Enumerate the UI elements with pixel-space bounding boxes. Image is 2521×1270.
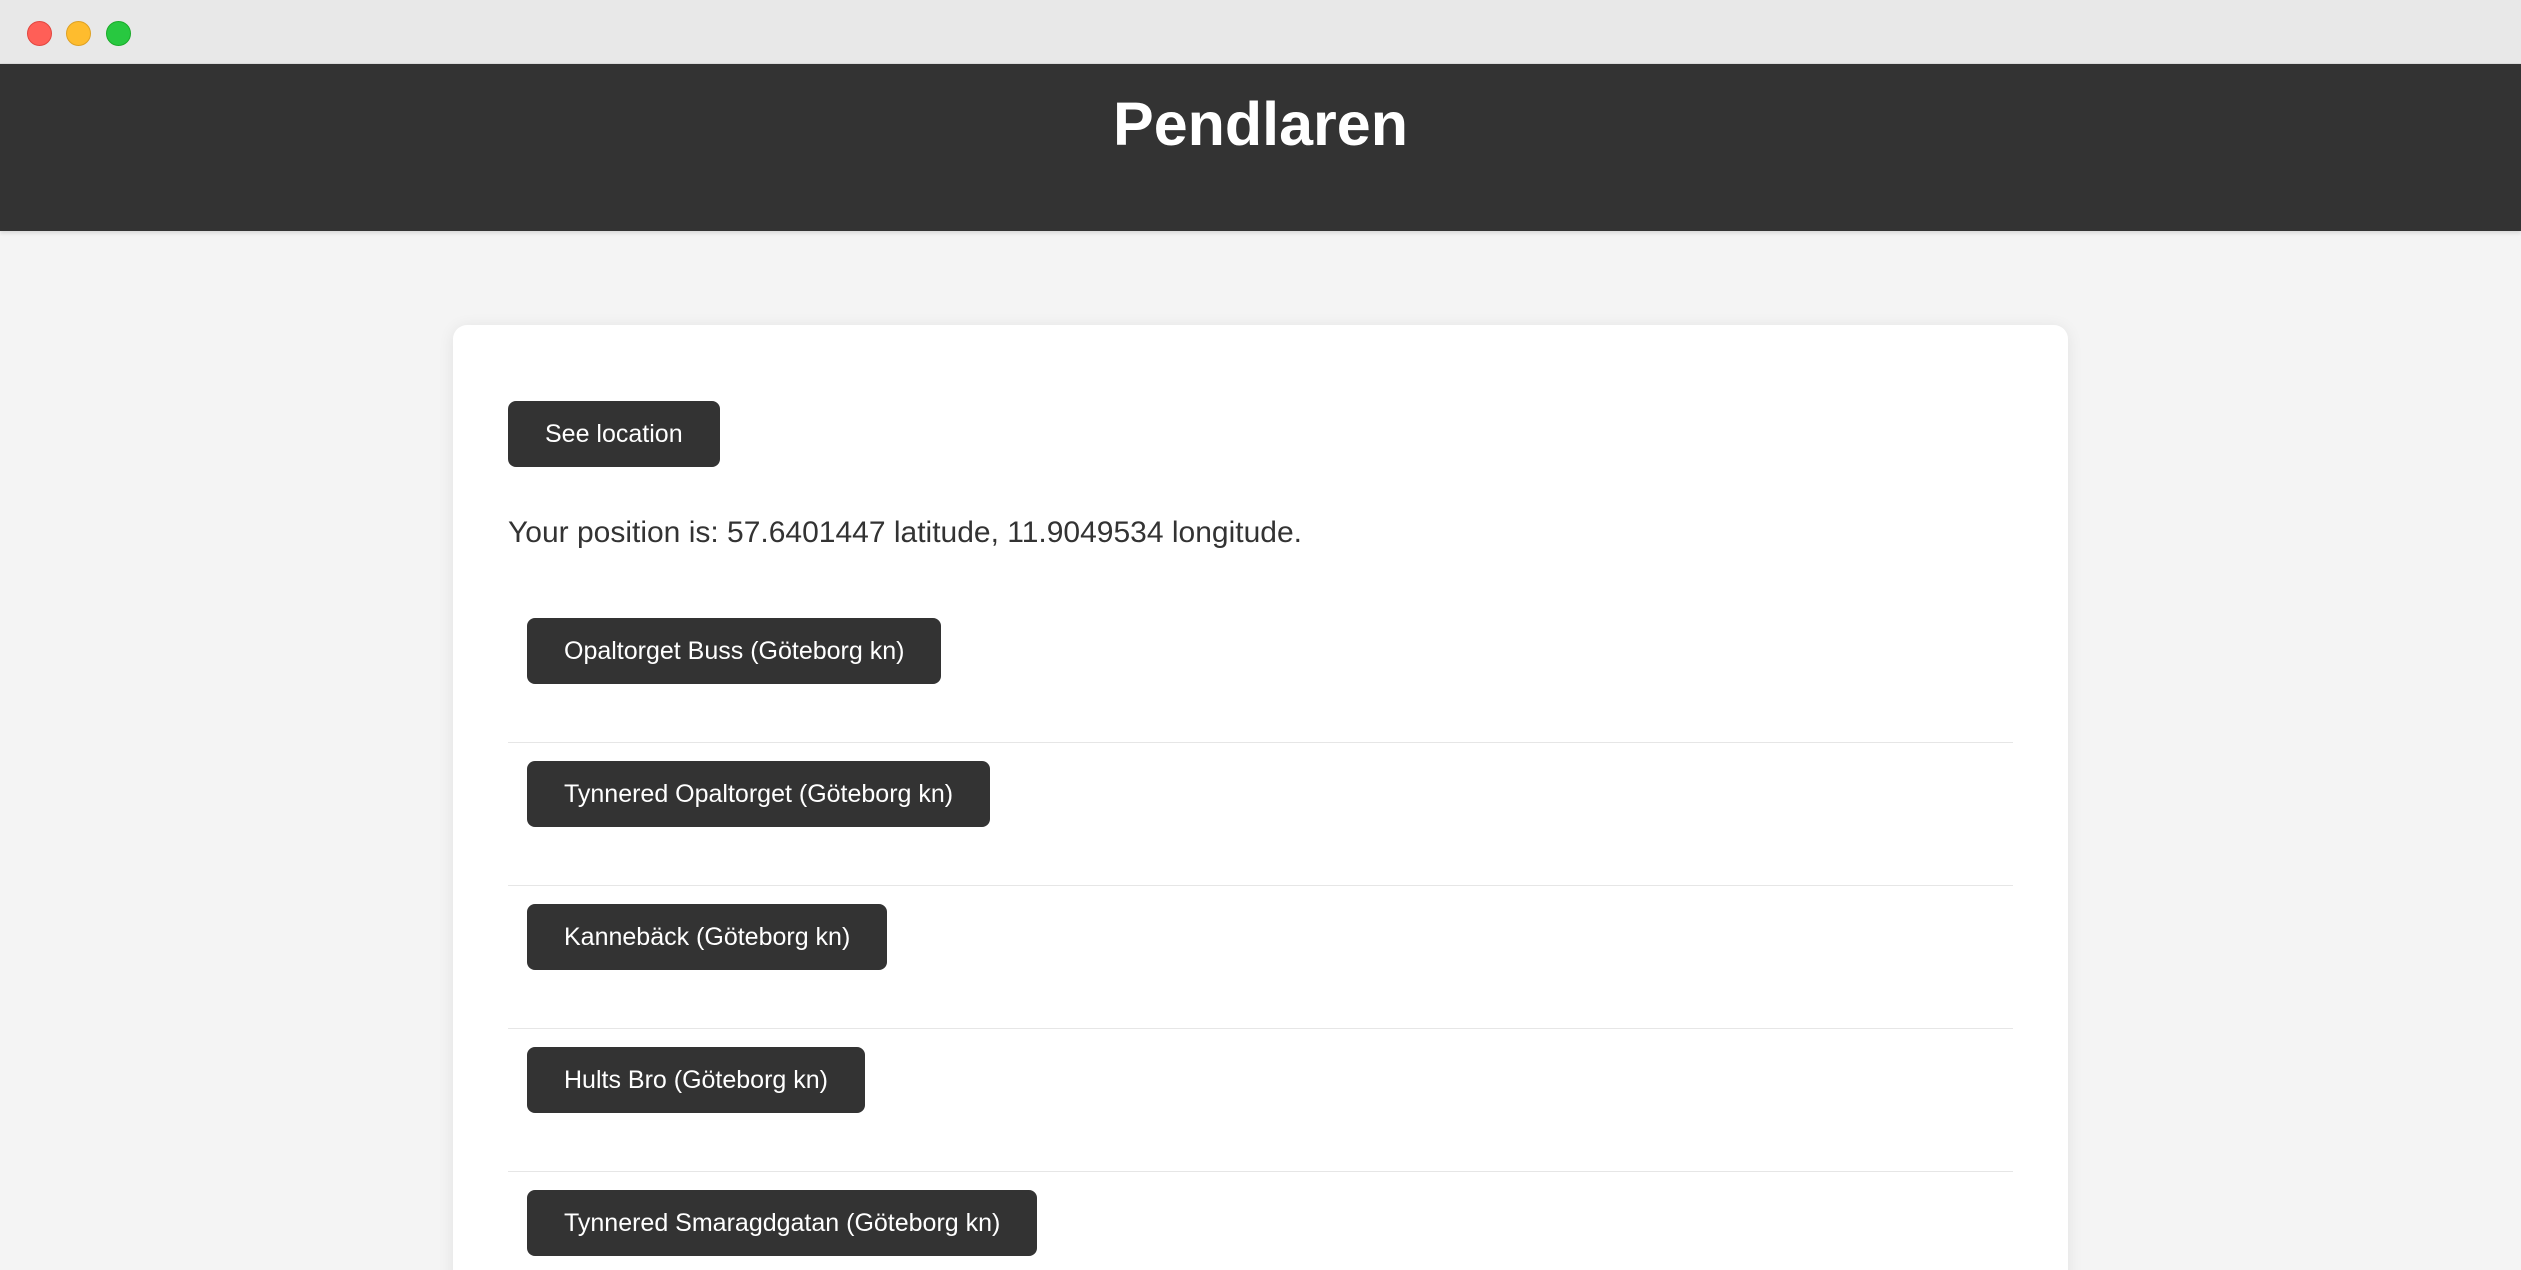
stop-button[interactable]: Kannebäck (Göteborg kn)	[527, 904, 888, 970]
minimize-window-icon[interactable]	[66, 21, 91, 46]
see-location-button[interactable]: See location	[508, 401, 720, 467]
stop-button[interactable]: Tynnered Opaltorget (Göteborg kn)	[527, 761, 991, 827]
list-item: Opaltorget Buss (Göteborg kn)	[508, 600, 2013, 743]
list-item: Hults Bro (Göteborg kn)	[508, 1029, 2013, 1172]
list-item: Kannebäck (Göteborg kn)	[508, 886, 2013, 1029]
main-card: See location Your position is: 57.640144…	[453, 325, 2068, 1270]
list-item: Tynnered Smaragdgatan (Göteborg kn)	[508, 1172, 2013, 1270]
stop-button[interactable]: Hults Bro (Göteborg kn)	[527, 1047, 865, 1113]
stop-button[interactable]: Opaltorget Buss (Göteborg kn)	[527, 618, 942, 684]
browser-window: Pendlaren See location Your position is:…	[0, 0, 2521, 1270]
position-text: Your position is: 57.6401447 latitude, 1…	[508, 516, 1302, 549]
stop-button[interactable]: Tynnered Smaragdgatan (Göteborg kn)	[527, 1190, 1038, 1256]
app-title: Pendlaren	[1113, 90, 1408, 158]
list-item: Tynnered Opaltorget (Göteborg kn)	[508, 743, 2013, 886]
stop-list: Opaltorget Buss (Göteborg kn) Tynnered O…	[508, 600, 2013, 1270]
window-titlebar	[0, 0, 2521, 64]
maximize-window-icon[interactable]	[106, 21, 131, 46]
app-header: Pendlaren	[0, 64, 2521, 231]
close-window-icon[interactable]	[27, 21, 52, 46]
